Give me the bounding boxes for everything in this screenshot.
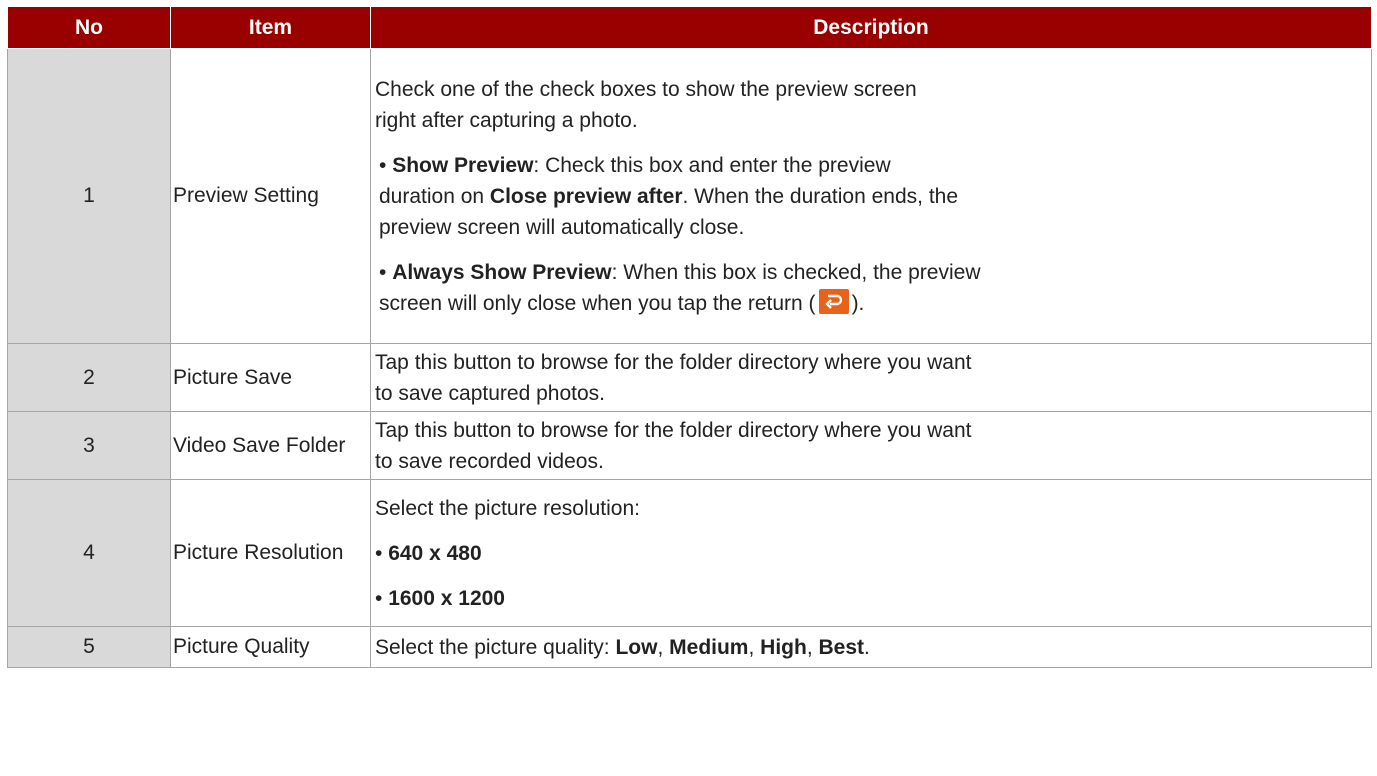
separator: , xyxy=(657,635,670,659)
term: Close preview after xyxy=(489,184,683,208)
table-row: 2 Picture Save Tap this button to browse… xyxy=(7,343,1372,412)
bullet: • xyxy=(379,153,387,177)
text-line: to save captured photos. xyxy=(375,381,605,405)
table-row: 3 Video Save Folder Tap this button to b… xyxy=(7,411,1372,480)
text-line: Check one of the check boxes to show the… xyxy=(375,77,917,101)
row-description: Check one of the check boxes to show the… xyxy=(370,48,1372,344)
text-line: Tap this button to browse for the folder… xyxy=(375,418,972,442)
quality-option: Medium xyxy=(669,635,749,659)
row-number: 1 xyxy=(7,48,171,344)
term: Show Preview xyxy=(392,153,534,177)
resolution-option: 640 x 480 xyxy=(388,541,482,565)
text-line: Tap this button to browse for the folder… xyxy=(375,350,972,374)
header-description: Description xyxy=(370,6,1372,49)
header-item: Item xyxy=(170,6,371,49)
row-item: Video Save Folder xyxy=(170,411,371,480)
row-number: 3 xyxy=(7,411,171,480)
row-number: 5 xyxy=(7,626,171,668)
quality-option: High xyxy=(760,635,807,659)
row-description: Tap this button to browse for the folder… xyxy=(370,411,1372,480)
row-description: Tap this button to browse for the folder… xyxy=(370,343,1372,412)
quality-option: Low xyxy=(615,635,658,659)
quality-option: Best xyxy=(818,635,865,659)
text-line: preview screen will automatically close. xyxy=(379,215,745,239)
text: Select the picture quality: xyxy=(375,635,616,659)
header-row: No Item Description xyxy=(7,6,1372,49)
text: : Check this box and enter the preview xyxy=(533,153,891,177)
separator: , xyxy=(806,635,819,659)
term: Always Show Preview xyxy=(392,260,612,284)
bullet: • xyxy=(375,541,383,565)
bullet: • xyxy=(375,586,383,610)
text: . xyxy=(864,635,870,659)
table-row: 1 Preview Setting Check one of the check… xyxy=(7,48,1372,344)
row-item: Picture Resolution xyxy=(170,479,371,627)
bullet: • xyxy=(379,260,387,284)
settings-table: No Item Description 1 Preview Setting Ch… xyxy=(7,6,1372,668)
table-row: 4 Picture Resolution Select the picture … xyxy=(7,479,1372,627)
row-number: 4 xyxy=(7,479,171,627)
row-item: Preview Setting xyxy=(170,48,371,344)
text: ). xyxy=(851,291,865,315)
show-preview-item: • Show Preview: Check this box and enter… xyxy=(375,150,1371,243)
text: . When the duration ends, the xyxy=(682,184,959,208)
row-item: Picture Quality xyxy=(170,626,371,668)
header-no: No xyxy=(7,6,171,49)
separator: , xyxy=(748,635,761,659)
row-description: Select the picture resolution: • 640 x 4… xyxy=(370,479,1372,627)
row-number: 2 xyxy=(7,343,171,412)
resolution-option: 1600 x 1200 xyxy=(388,586,505,610)
always-show-preview-item: • Always Show Preview: When this box is … xyxy=(375,257,1371,319)
row-item: Picture Save xyxy=(170,343,371,412)
preview-intro: Check one of the check boxes to show the… xyxy=(375,74,1371,136)
table-row: 5 Picture Quality Select the picture qua… xyxy=(7,626,1372,668)
text: duration on xyxy=(379,184,490,208)
return-icon xyxy=(818,288,849,314)
row-description: Select the picture quality: Low, Medium,… xyxy=(370,626,1372,668)
text: : When this box is checked, the preview xyxy=(611,260,981,284)
text: screen will only close when you tap the … xyxy=(379,291,816,315)
text-line: right after capturing a photo. xyxy=(375,108,638,132)
text-line: to save recorded videos. xyxy=(375,449,604,473)
text-line: Select the picture resolution: xyxy=(375,496,640,520)
